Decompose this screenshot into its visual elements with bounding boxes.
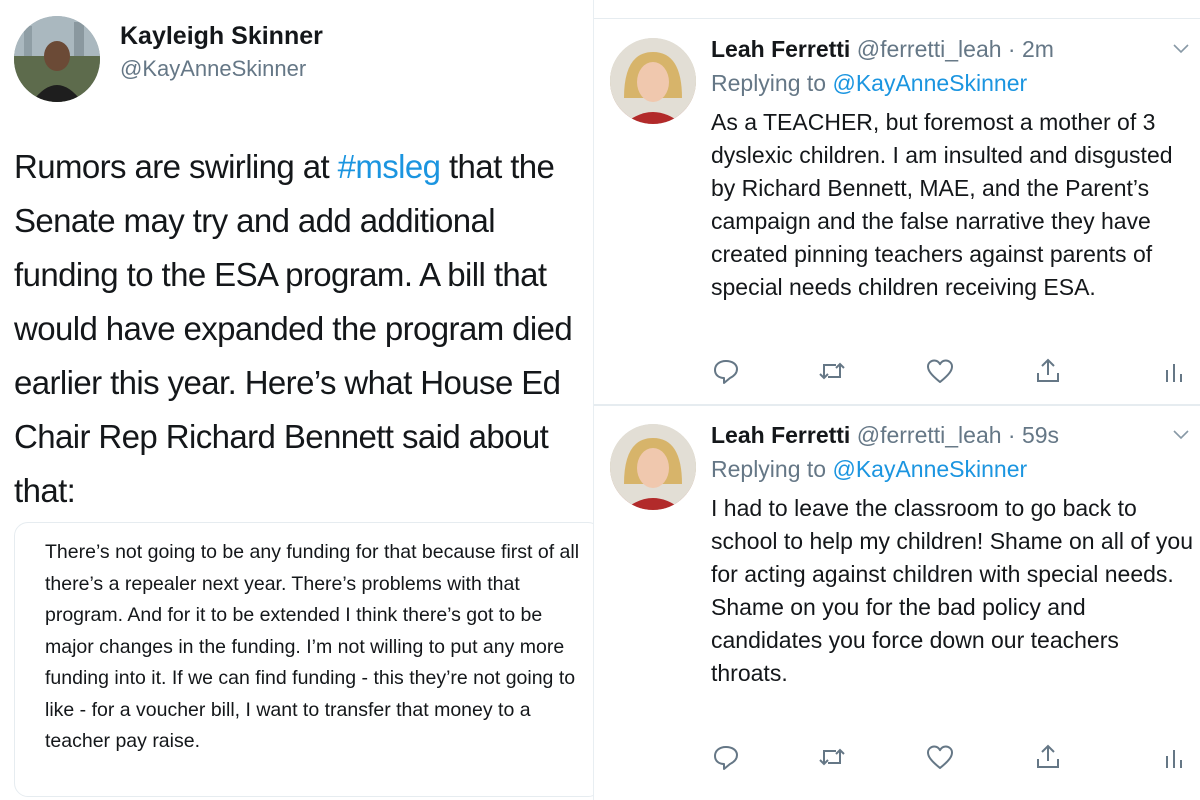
divider xyxy=(594,18,1200,19)
reply-author-name[interactable]: Leah Ferretti xyxy=(711,36,850,62)
reply-author-name[interactable]: Leah Ferretti xyxy=(711,422,850,448)
avatar-image xyxy=(610,424,696,510)
author-name[interactable]: Kayleigh Skinner xyxy=(120,22,323,51)
tweet-text-part: Rumors are swirling at xyxy=(14,148,338,185)
mention-link[interactable]: @KayAnneSkinner xyxy=(832,70,1027,96)
replying-to: Replying to @KayAnneSkinner xyxy=(711,456,1027,483)
mention-link[interactable]: @KayAnneSkinner xyxy=(832,456,1027,482)
like-icon[interactable] xyxy=(925,356,955,386)
author-avatar[interactable] xyxy=(14,16,100,102)
tweet-text-part: that the Senate may try and add addition… xyxy=(14,148,573,509)
chevron-down-icon[interactable] xyxy=(1171,38,1191,58)
share-icon[interactable] xyxy=(1033,742,1063,772)
tweet-text: Rumors are swirling at #msleg that the S… xyxy=(14,140,604,518)
analytics-icon[interactable] xyxy=(1159,742,1189,772)
action-bar xyxy=(711,356,1191,386)
replying-prefix: Replying to xyxy=(711,456,833,482)
reply-header: Leah Ferretti @ferretti_leah · 59s xyxy=(711,422,1059,449)
reply-header: Leah Ferretti @ferretti_leah · 2m xyxy=(711,36,1054,63)
action-bar xyxy=(711,742,1191,772)
reply-icon[interactable] xyxy=(711,356,741,386)
retweet-icon[interactable] xyxy=(817,742,847,772)
main-tweet: Kayleigh Skinner @KayAnneSkinner Rumors … xyxy=(0,0,602,800)
reply-handle-time[interactable]: @ferretti_leah · 2m xyxy=(857,36,1054,62)
retweet-icon[interactable] xyxy=(817,356,847,386)
replying-prefix: Replying to xyxy=(711,70,833,96)
reply-text: I had to leave the classroom to go back … xyxy=(711,495,1193,686)
reply-avatar[interactable] xyxy=(610,424,696,510)
reply-tweet[interactable]: Leah Ferretti @ferretti_leah · 2m Replyi… xyxy=(594,20,1200,402)
quote-text: There’s not going to be any funding for … xyxy=(45,541,580,752)
share-icon[interactable] xyxy=(1033,356,1063,386)
avatar-image xyxy=(14,16,100,102)
reply-avatar[interactable] xyxy=(610,38,696,124)
hashtag-link[interactable]: #msleg xyxy=(338,148,441,185)
replying-to: Replying to @KayAnneSkinner xyxy=(711,70,1027,97)
chevron-down-icon[interactable] xyxy=(1171,424,1191,444)
reply-icon[interactable] xyxy=(711,742,741,772)
reply-handle-time[interactable]: @ferretti_leah · 59s xyxy=(857,422,1059,448)
like-icon[interactable] xyxy=(925,742,955,772)
author-handle[interactable]: @KayAnneSkinner xyxy=(120,56,306,82)
replies-panel: Leah Ferretti @ferretti_leah · 2m Replyi… xyxy=(593,0,1200,800)
avatar-image xyxy=(610,38,696,124)
reply-text: As a TEACHER, but foremost a mother of 3… xyxy=(711,109,1173,300)
quote-card: There’s not going to be any funding for … xyxy=(14,522,602,797)
analytics-icon[interactable] xyxy=(1159,356,1189,386)
reply-tweet[interactable]: Leah Ferretti @ferretti_leah · 59s Reply… xyxy=(594,404,1200,788)
